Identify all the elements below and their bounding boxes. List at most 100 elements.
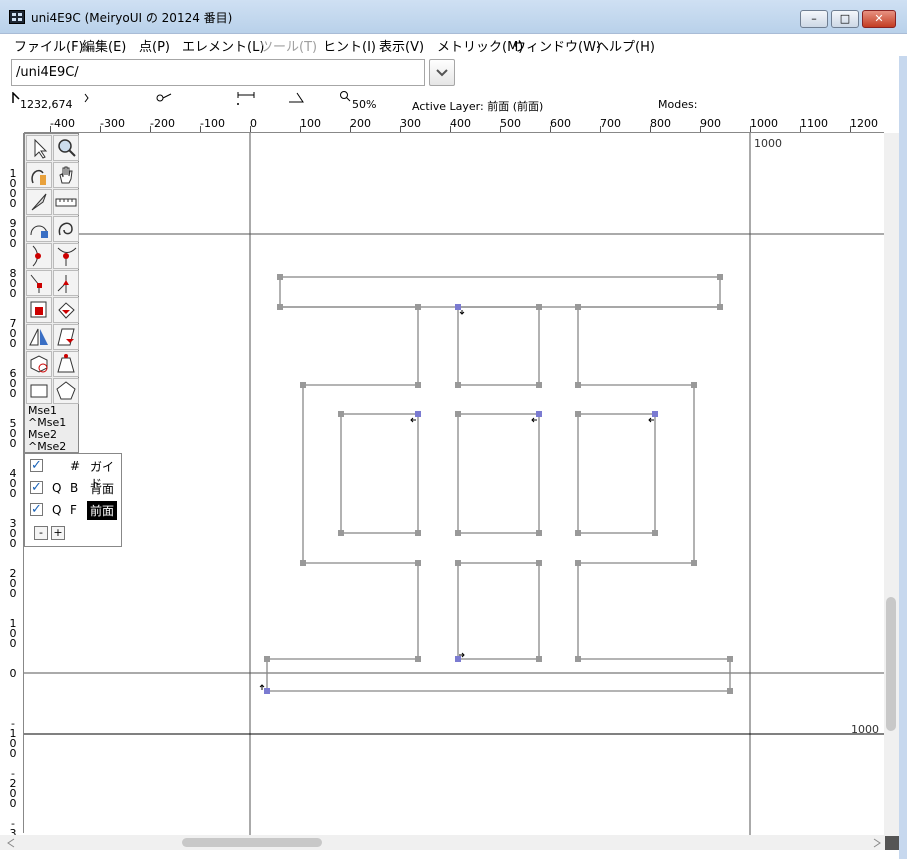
ruler-tick-label: 900 [700, 118, 721, 130]
angle-icon [289, 92, 304, 103]
spiro-tool-icon[interactable] [53, 216, 79, 242]
ruler-tick-label: 1200 [850, 118, 878, 130]
pointer-tool-icon[interactable] [26, 135, 52, 161]
menu-metrics[interactable]: メトリック(M) [437, 36, 523, 55]
ruler-tick-label: 2 0 0 [9, 567, 17, 600]
layer-visible-checkbox[interactable]: ✓ [30, 481, 43, 494]
remove-layer-button[interactable]: - [34, 526, 48, 540]
layer-type-flag: # [70, 459, 81, 473]
ruler-tick-label: 0 [9, 667, 17, 680]
menu-edit[interactable]: 編集(E) [82, 36, 126, 55]
ruler-tick-label: 1100 [800, 118, 828, 130]
layer-row-guide[interactable]: ✓ # ガイド [25, 456, 121, 491]
layer-row-background[interactable]: ✓ Q B 背面 [25, 478, 121, 498]
hand-scroll-tool-icon[interactable] [53, 162, 79, 188]
knife-tool-icon[interactable] [26, 189, 52, 215]
ruler-tick-label: -100 [200, 118, 225, 130]
ruler-tick-label: 700 [600, 118, 621, 130]
ruler-tick-label: -200 [150, 118, 175, 130]
advance-width-label-top: 1000 [754, 137, 782, 150]
ruler-tick-label: 100 [300, 118, 321, 130]
zoom-icon [340, 91, 351, 102]
flip-tool-icon[interactable] [26, 324, 52, 350]
ruler-tick-label: 6 0 0 [9, 367, 17, 400]
ruler-tick-label: - 2 0 0 [9, 767, 17, 810]
layer-visible-checkbox[interactable]: ✓ [30, 459, 43, 472]
menu-window[interactable]: ウィンドウ(W) [513, 36, 601, 55]
ruler-tick-label: 1 0 0 0 [9, 167, 17, 210]
layer-quadratic-flag: Q [52, 481, 62, 495]
width-measure-icon [237, 92, 255, 105]
tool-palette: Mse1 ^Mse1 Mse2 ^Mse2 [24, 133, 79, 453]
freehand-tool-icon[interactable] [26, 162, 52, 188]
perspective-tool-icon[interactable] [53, 351, 79, 377]
resize-grip-icon[interactable] [885, 836, 899, 850]
scale-tool-icon[interactable] [26, 297, 52, 323]
zoom-level: 50% [352, 98, 377, 111]
ruler-tick-label: 600 [550, 118, 571, 130]
ruler-tick-label: 300 [400, 118, 421, 130]
glyph-canvas[interactable]: 1000 1000 [24, 133, 884, 835]
maximize-button[interactable]: □ [831, 10, 859, 28]
menu-point[interactable]: 点(P) [139, 36, 170, 55]
menu-hints[interactable]: ヒント(I) [323, 36, 376, 55]
ruler-tick-label: 400 [450, 118, 471, 130]
curve-point-tool-icon[interactable] [26, 243, 52, 269]
ruler-tick-label: 8 0 0 [9, 267, 17, 300]
menu-element[interactable]: エレメント(L) [182, 36, 264, 55]
add-layer-button[interactable]: + [51, 526, 65, 540]
layer-visible-checkbox[interactable]: ✓ [30, 503, 43, 516]
distance-icon [156, 93, 172, 102]
corner-point-tool-icon[interactable] [26, 270, 52, 296]
ruler-tick-label: 0 [250, 118, 257, 130]
mouse2-modifier-label: ^Mse2 [28, 440, 67, 453]
rectangle-tool-icon[interactable] [26, 378, 52, 404]
ruler-tick-label: 200 [350, 118, 371, 130]
ruler-tick-label: 1000 [750, 118, 778, 130]
magnify-tool-icon[interactable] [53, 135, 79, 161]
close-button[interactable]: ✕ [862, 10, 896, 28]
horizontal-scroll-thumb[interactable] [182, 838, 322, 847]
ruler-tick-label: 4 0 0 [9, 467, 17, 500]
ruler-tool-icon[interactable] [53, 189, 79, 215]
window-frame [899, 34, 907, 859]
minimize-button[interactable]: – [800, 10, 828, 28]
app-icon[interactable] [9, 10, 25, 24]
cursor-coordinates: 1232,674 [20, 98, 73, 111]
menu-file[interactable]: ファイル(F) [14, 36, 84, 55]
modes-label: Modes: [658, 98, 698, 111]
layer-type-flag: B [70, 481, 79, 495]
skew-tool-icon[interactable] [53, 324, 79, 350]
3d-rotate-tool-icon[interactable] [26, 351, 52, 377]
hv-curve-point-tool-icon[interactable] [53, 243, 79, 269]
chevron-down-icon [436, 69, 448, 77]
vertical-scroll-thumb[interactable] [886, 597, 896, 731]
menu-view[interactable]: 表示(V) [379, 36, 424, 55]
point-icon [84, 93, 89, 103]
ruler-tick-label: 7 0 0 [9, 317, 17, 350]
scroll-left-icon[interactable] [6, 838, 16, 848]
horizontal-ruler: -400 -300 -200 -100 0 100 200 300 400 500 600 700 80… [24, 118, 884, 133]
polygon-tool-icon[interactable] [53, 378, 79, 404]
menu-help[interactable]: ヘルプ(H) [596, 36, 655, 55]
tangent-point-tool-icon[interactable] [53, 270, 79, 296]
glyph-path-input[interactable] [11, 59, 425, 86]
layer-name[interactable]: 前面 [87, 501, 118, 520]
ruler-tick-label: 1 0 0 [9, 617, 17, 650]
ruler-tick-label: -300 [100, 118, 125, 130]
rotate-tool-icon[interactable] [53, 297, 79, 323]
hvcurve-tool-icon[interactable] [26, 216, 52, 242]
layer-name[interactable]: 背面 [87, 479, 117, 498]
layer-quadratic-flag: Q [52, 503, 62, 517]
layer-row-foreground[interactable]: ✓ Q F 前面 [25, 500, 121, 520]
menu-tools[interactable]: ツール(T) [260, 36, 317, 55]
scroll-right-icon[interactable] [872, 838, 882, 848]
vertical-ruler: 1 0 0 0 9 0 0 8 0 0 7 0 0 6 0 0 5 0 0 4 0 0 3 0… [0, 133, 24, 839]
advance-width-label-bottom: 1000 [851, 723, 879, 736]
horizontal-scrollbar[interactable] [0, 835, 899, 850]
ruler-tick-label: 5 0 0 [9, 417, 17, 450]
path-dropdown-button[interactable] [429, 59, 455, 86]
ruler-tick-label: - 1 0 0 [9, 717, 17, 760]
ruler-tick-label: 500 [500, 118, 521, 130]
active-layer-label: Active Layer: 前面 (前面) [412, 100, 544, 113]
